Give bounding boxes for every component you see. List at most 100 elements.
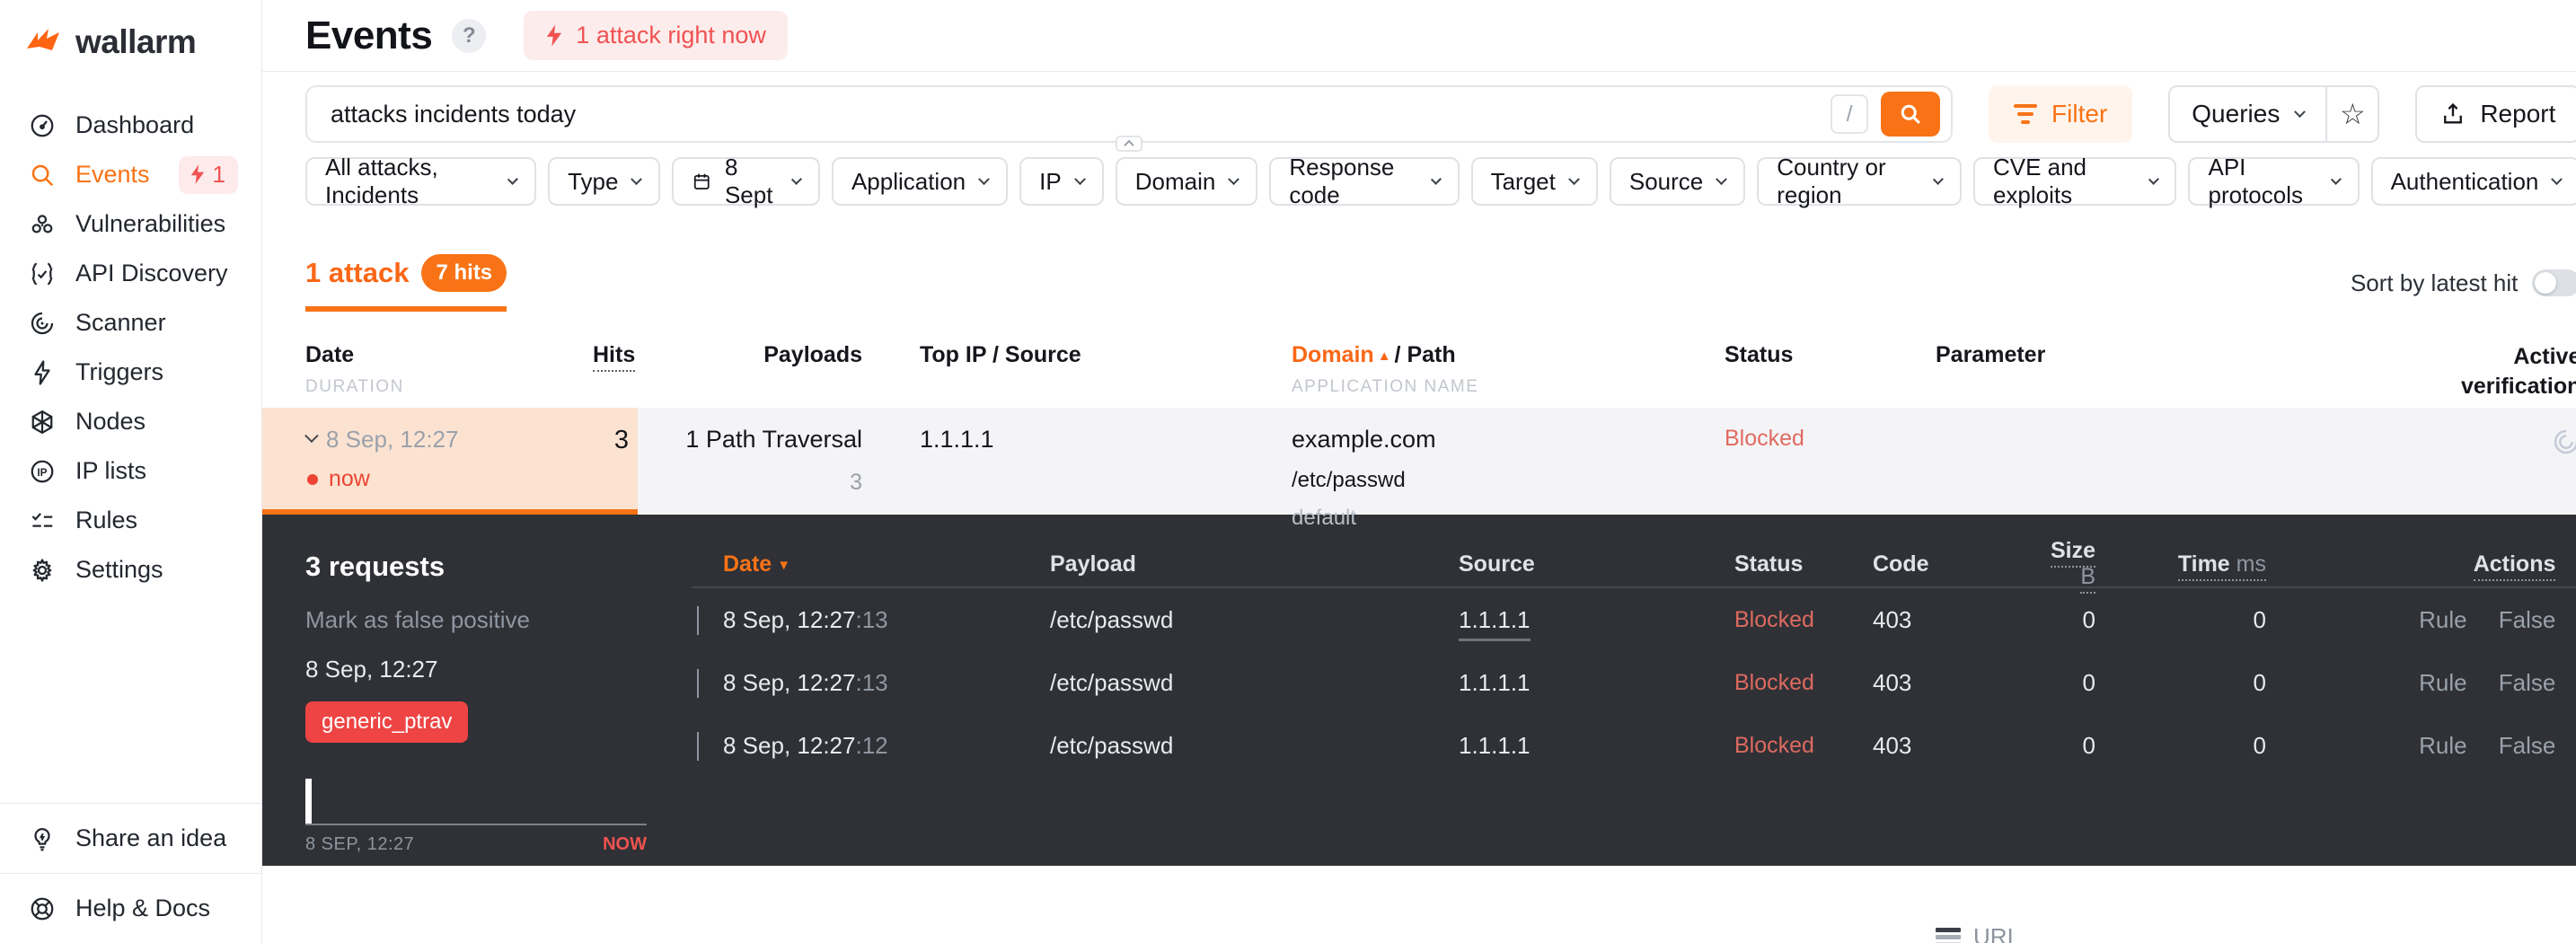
brand-logo[interactable]: wallarm [0, 0, 261, 61]
header-domain-label[interactable]: Domain [1292, 342, 1374, 367]
verification-spinner-icon[interactable] [2552, 427, 2576, 456]
queries-dropdown[interactable]: Queries [2170, 87, 2326, 141]
rules-icon [27, 506, 57, 536]
sidebar-item-settings[interactable]: Settings [0, 545, 261, 595]
tab-attacks[interactable]: 1 attack 7 hits [305, 254, 507, 312]
header-application-name-label: APPLICATION NAME [1292, 377, 1479, 396]
page-title: Events [305, 13, 433, 57]
live-attack-alert[interactable]: 1 attack right now [524, 11, 788, 60]
chip-label: IP [1039, 167, 1062, 195]
sidebar-item-label: Rules [75, 507, 138, 533]
chip-label: Authentication [2390, 167, 2539, 195]
sidebar-item-label: IP lists [75, 457, 147, 484]
sidebar-item-label: Dashboard [75, 111, 195, 138]
col-header-status: Status [1725, 342, 1936, 401]
sidebar-item-label: Triggers [75, 358, 164, 385]
sort-asc-icon: ▲ [1377, 348, 1391, 364]
results-summary-row: 1 attack 7 hits Sort by latest hit [305, 254, 2576, 312]
chevron-down-icon [1430, 173, 1442, 185]
sidebar-item-label: Share an idea [75, 824, 227, 851]
api-discovery-icon [27, 259, 57, 289]
sidebar-item-triggers[interactable]: Triggers [0, 348, 261, 397]
sidebar-item-api-discovery[interactable]: API Discovery [0, 249, 261, 298]
queries-group: Queries ☆ [2168, 85, 2380, 143]
sort-toggle[interactable] [2532, 269, 2576, 296]
filter-chip-date[interactable]: 8 Sept [672, 154, 820, 208]
sidebar-item-label: Vulnerabilities [75, 210, 226, 237]
filter-chip-domain[interactable]: Domain [1115, 157, 1258, 206]
chip-label: API protocols [2208, 154, 2303, 208]
filter-chip-api-protocols[interactable]: API protocols [2188, 154, 2360, 208]
filter-chip-response-code[interactable]: Response code [1269, 154, 1460, 208]
attack-domain-cell: example.com /etc/passwd default [1292, 426, 1725, 943]
sort-control: Sort by latest hit [2351, 269, 2576, 297]
attack-row[interactable]: 8 Sep, 12:27 now 3 1 Path Traversal 3 1.… [262, 408, 2576, 943]
header-date-label: Date [305, 342, 355, 367]
sidebar-item-nodes[interactable]: Nodes [0, 397, 261, 446]
search-button[interactable] [1881, 92, 1941, 137]
filter-chip-country[interactable]: Country or region [1757, 154, 1962, 208]
sidebar-item-scanner[interactable]: Scanner [0, 298, 261, 348]
col-header-top-ip: Top IP / Source [862, 342, 1292, 401]
col-header-domain-path: Domain ▲ / Path APPLICATION NAME [1292, 342, 1725, 401]
chip-label: Domain [1134, 167, 1216, 195]
filter-chip-application[interactable]: Application [831, 157, 1009, 206]
attack-count: 1 attack [305, 257, 410, 288]
sidebar-item-events[interactable]: Events 1 [0, 150, 261, 199]
chevron-down-icon [2294, 105, 2307, 118]
parameter-list-icon [1936, 928, 1961, 943]
help-icon[interactable]: ? [452, 18, 487, 53]
filter-chip-attacks-incidents[interactable]: All attacks, Incidents [305, 154, 537, 208]
chip-label: CVE and exploits [1992, 154, 2087, 208]
queries-label: Queries [2192, 100, 2280, 128]
chevron-down-icon [1228, 172, 1240, 185]
main-content: Events ? 1 attack right now / Filter [262, 0, 2576, 943]
sidebar: wallarm Dashboard Events 1 Vulnerabiliti… [0, 0, 262, 943]
filter-chip-row: All attacks, Incidents Type 8 Sept Appli… [305, 154, 2576, 208]
search-expand-handle[interactable] [1116, 136, 1143, 152]
header-status-label: Status [1725, 342, 1794, 367]
filter-chip-cve[interactable]: CVE and exploits [1972, 154, 2177, 208]
sidebar-nav: Dashboard Events 1 Vulnerabilities API D… [0, 101, 261, 595]
attack-top-ip[interactable]: 1.1.1.1 [862, 426, 1292, 943]
filter-button[interactable]: Filter [1989, 85, 2133, 143]
filter-chip-type[interactable]: Type [548, 157, 661, 206]
search-input[interactable] [331, 100, 1831, 128]
header-parameter-label: Parameter [1936, 342, 2046, 367]
filter-chip-authentication[interactable]: Authentication [2370, 157, 2576, 206]
favorite-query-button[interactable]: ☆ [2325, 87, 2378, 141]
col-header-active-verification: Active verification [2461, 342, 2576, 401]
header-top-ip-label: Top IP / Source [920, 342, 1081, 367]
report-label: Report [2480, 100, 2556, 128]
scanner-icon [27, 308, 57, 339]
events-badge-count: 1 [212, 160, 225, 188]
collapse-chevron-icon[interactable] [304, 428, 319, 444]
attack-date-cell: 8 Sep, 12:27 now [304, 426, 593, 943]
attack-parameter-cell: URI [1936, 426, 2461, 943]
sidebar-item-vulnerabilities[interactable]: Vulnerabilities [0, 199, 261, 249]
col-header-parameter: Parameter [1936, 342, 2461, 401]
sidebar-item-label: API Discovery [75, 260, 228, 286]
sidebar-item-ip-lists[interactable]: IP IP lists [0, 446, 261, 496]
report-button[interactable]: Report [2415, 85, 2576, 143]
dashboard-icon [27, 110, 57, 141]
sidebar-item-label: Help & Docs [75, 895, 211, 921]
sidebar-item-help-docs[interactable]: Help & Docs [0, 873, 261, 943]
nodes-icon [27, 407, 57, 437]
attack-live-indicator: now [305, 466, 593, 492]
filter-chip-target[interactable]: Target [1470, 157, 1598, 206]
sidebar-item-share-idea[interactable]: Share an idea [0, 803, 261, 873]
calendar-icon [694, 173, 710, 189]
header-duration-label: DURATION [305, 377, 404, 396]
chevron-down-icon [2330, 173, 2342, 185]
attack-hits: 3 [613, 426, 629, 454]
chevron-down-icon [507, 173, 519, 185]
sidebar-item-dashboard[interactable]: Dashboard [0, 101, 261, 150]
sidebar-item-rules[interactable]: Rules [0, 496, 261, 545]
filter-chip-ip[interactable]: IP [1019, 157, 1104, 206]
attack-path: /etc/passwd [1292, 468, 1406, 492]
search-toolbar: / Filter Queries ☆ [305, 85, 2576, 152]
attack-payload-type: 1 Path Traversal [685, 426, 862, 453]
filter-chip-source[interactable]: Source [1609, 157, 1746, 206]
search-icon [1901, 104, 1921, 124]
